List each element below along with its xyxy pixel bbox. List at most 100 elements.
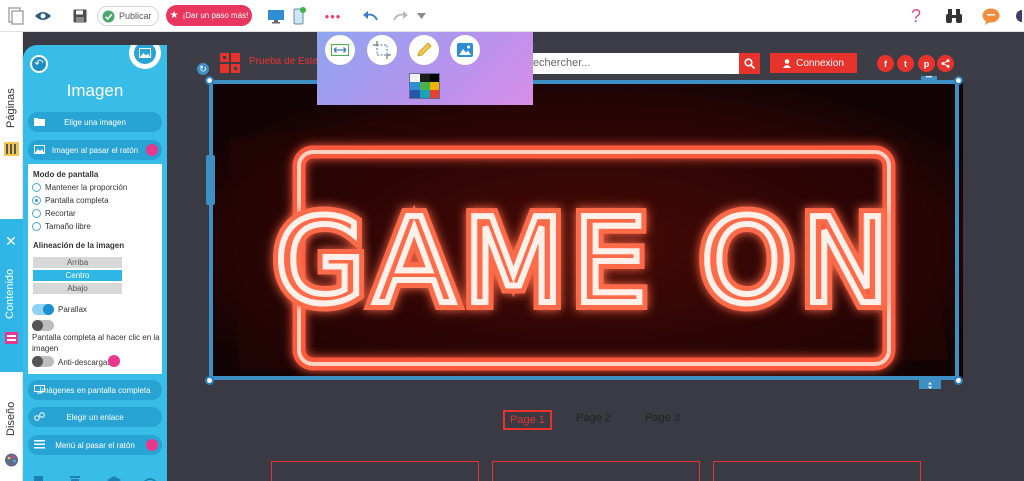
twitter-icon[interactable]: t [897,55,914,72]
choose-image-button[interactable]: Elige una imagen [28,112,162,132]
fullscreen-click-toggle[interactable] [32,320,54,331]
tab-design[interactable]: Diseño [5,402,17,436]
site-logo-icon[interactable] [220,53,240,78]
align-top-option[interactable]: Arriba [33,257,122,268]
rotate-icon[interactable]: ↻ [197,63,209,75]
pinterest-icon[interactable]: p [918,55,935,72]
publish-label: Publicar [119,11,152,21]
facebook-icon[interactable]: f [877,55,894,72]
premium-star-icon [146,439,158,451]
element-options-icon[interactable]: ••• [921,75,937,83]
radio-button[interactable] [32,209,41,218]
desktop-view-icon[interactable] [266,0,286,32]
premium-star-icon [108,355,120,367]
hover-image-label: Imagen al pasar el ratón [51,145,139,155]
palette-icon[interactable] [4,453,19,472]
tab-content[interactable]: ✕ Contenido [0,219,23,372]
copy-icon[interactable] [32,473,46,481]
screen-mode-fullscreen[interactable]: Pantalla completa [32,196,109,205]
back-icon[interactable]: ↶ [30,55,48,73]
image-selection-frame[interactable] [209,80,959,380]
history-dropdown-icon[interactable] [414,0,428,32]
panel-header-bubble [129,45,161,69]
screen-mode-crop[interactable]: Recortar [32,209,76,218]
height-resize-handle[interactable] [919,378,941,389]
layers-icon[interactable] [107,473,121,481]
hover-image-button[interactable]: Imagen al pasar el ratón [28,140,162,160]
help-icon[interactable]: ? [906,0,926,32]
parallax-label: Parallax [58,305,87,314]
site-brand-name[interactable]: Prueba de Este [249,56,318,67]
crop-icon [373,41,391,59]
fit-width-button[interactable] [325,35,355,65]
radio-button-selected[interactable] [32,196,41,205]
alignment-heading: Alineación de la imagen [33,241,125,250]
resize-handle-bottom-left[interactable] [205,376,214,385]
more-options-button[interactable]: ••• [322,0,344,32]
page-link-3[interactable]: Page 3 [645,412,680,424]
content-card[interactable] [713,461,921,481]
login-button[interactable]: Connexion [770,53,857,73]
screen-mode-label: Tamaño libre [45,222,91,231]
antidownload-label: Anti-descargas [58,358,112,367]
save-icon[interactable] [71,0,89,32]
radio-button[interactable] [32,222,41,231]
binoculars-icon[interactable] [943,0,965,32]
crop-button[interactable] [367,35,397,65]
screen-mode-label: Pantalla completa [45,196,109,205]
align-center-option[interactable]: Centro [33,270,122,281]
account-icon[interactable] [1012,0,1024,32]
edit-pencil-button[interactable] [409,35,439,65]
radio-button[interactable] [32,183,41,192]
resize-handle-bottom-right[interactable] [954,376,963,385]
color-palette-button[interactable] [409,73,440,99]
star-icon: ★ [169,10,179,21]
resize-handle-top-right[interactable] [954,76,963,85]
screen-mode-label: Recortar [45,209,76,218]
page-link-1[interactable]: Page 1 [503,410,552,430]
hover-menu-button[interactable]: Menú al pasar el ratón [28,435,162,455]
top-toolbar: Publicar ★ ¡Dar un paso más! ••• ? [0,0,1024,32]
upgrade-label: ¡Dar un paso más! [182,11,249,20]
close-icon[interactable]: ✕ [4,234,18,248]
pages-stack-icon[interactable] [4,142,19,161]
tab-pages[interactable]: Páginas [5,88,17,128]
monitor-icon [34,385,45,396]
image-settings-button[interactable] [450,35,480,65]
screen-mode-keep-ratio[interactable]: Mantener la proporción [32,183,127,192]
parallax-toggle[interactable] [32,304,54,315]
screen-mode-label: Mantener la proporción [45,183,128,192]
share-icon[interactable] [937,55,954,72]
antidownload-toggle[interactable] [32,356,54,367]
content-card[interactable] [492,461,700,481]
undo-icon[interactable] [360,0,380,32]
site-search-button[interactable] [739,53,760,74]
fullscreen-click-label: Pantalla completa al hacer clic en la im… [32,333,160,353]
chat-icon[interactable] [980,0,1002,32]
preview-eye-icon[interactable] [33,0,53,32]
content-card[interactable] [271,461,479,481]
screen-mode-free-size[interactable]: Tamaño libre [32,222,91,231]
site-search-input[interactable]: Rechercher... [517,53,739,74]
drag-handle-left[interactable] [206,155,215,205]
page-link-2[interactable]: Page 2 [576,412,611,424]
choose-link-label: Elegir un enlace [66,412,124,422]
fit-width-icon [331,44,349,56]
link-icon [34,412,45,423]
trash-icon[interactable] [69,473,81,481]
upgrade-button[interactable]: ★ ¡Dar un paso más! [166,5,252,26]
align-bottom-option[interactable]: Abajo [33,283,122,294]
vertical-tab-bar: Páginas ✕ Contenido Diseño [0,32,23,481]
globe-check-icon [102,10,115,22]
choose-link-button[interactable]: Elegir un enlace [28,407,162,427]
pages-icon[interactable] [6,0,26,32]
mobile-view-icon[interactable] [290,0,308,32]
visibility-eye-icon[interactable] [143,473,157,481]
image-icon [457,43,473,57]
hover-menu-label: Menú al pasar el ratón [55,440,135,450]
screen-mode-heading: Modo de pantalla [33,170,99,179]
resize-handle-top-left[interactable] [205,76,214,85]
publish-button[interactable]: Publicar [97,6,159,26]
fullscreen-images-button[interactable]: Imágenes en pantalla completa [28,380,162,400]
redo-icon[interactable] [390,0,410,32]
